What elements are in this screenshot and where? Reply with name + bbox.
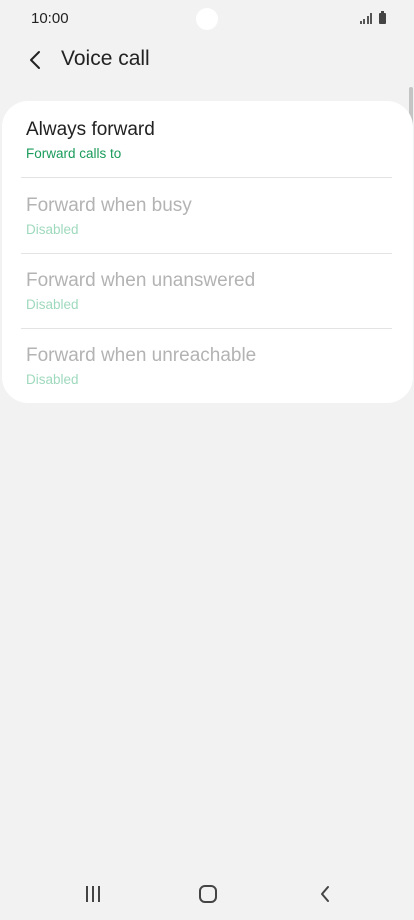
phone-screen: 10:00 Voice call Always forward Forward … [0,0,414,920]
item-subtitle: Disabled [26,372,79,387]
forward-when-unreachable-item[interactable]: Forward when unreachable Disabled [26,327,392,402]
recent-apps-icon [86,886,100,902]
page-title: Voice call [61,47,150,70]
status-time: 10:00 [31,10,69,27]
item-subtitle: Disabled [26,297,79,312]
camera-cutout [196,8,218,30]
navigation-bar [0,868,414,920]
app-header: Voice call [0,38,414,82]
item-title: Forward when unreachable [26,345,257,366]
battery-icon [379,11,386,24]
home-icon [199,885,217,903]
signal-icon [359,13,372,24]
nav-back-button[interactable] [303,876,347,912]
forwarding-options-card: Always forward Forward calls to Forward … [2,101,413,403]
chevron-left-icon [30,51,40,69]
home-button[interactable] [186,876,230,912]
item-subtitle: Forward calls to [26,146,122,161]
item-title: Forward when unanswered [26,270,256,291]
back-icon [321,886,329,902]
status-bar: 10:00 [0,0,414,38]
recent-apps-button[interactable] [71,876,115,912]
item-title: Forward when busy [26,195,192,216]
forward-when-unanswered-item[interactable]: Forward when unanswered Disabled [26,252,392,327]
item-title: Always forward [26,119,155,140]
status-icons [359,11,386,24]
forward-when-busy-item[interactable]: Forward when busy Disabled [26,177,392,252]
item-subtitle: Disabled [26,222,79,237]
always-forward-item[interactable]: Always forward Forward calls to [26,101,392,176]
back-button[interactable] [20,46,50,74]
